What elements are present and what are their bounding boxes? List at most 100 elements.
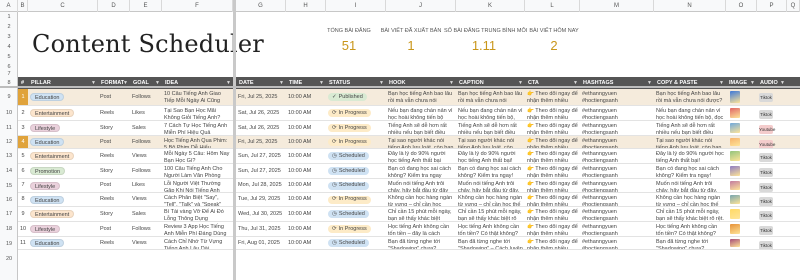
status-badge[interactable]: ◷ Scheduled — [328, 181, 369, 190]
status-badge[interactable]: ⟳ In Progress — [328, 109, 371, 117]
caption-text[interactable]: Tiếng Anh sẽ dễ hơn rất nhiều nếu bạn bi… — [458, 123, 517, 135]
format-value[interactable]: Post — [100, 226, 111, 233]
pillar-chip[interactable]: Education — [30, 239, 65, 247]
row-number[interactable]: 13 — [0, 149, 18, 164]
format-value[interactable]: Post — [100, 94, 111, 101]
row-number[interactable]: 5 — [0, 52, 18, 62]
hashtags-text[interactable]: #ethanngyuen #hoctiengsanh — [582, 123, 618, 135]
table-row[interactable]: 3 Lifestyle Story Sales 7 Cách Tự Học Tiếng … — [18, 121, 800, 136]
time-value[interactable]: 10:00 AM — [288, 182, 311, 189]
hook-text[interactable]: Tại sao người khác nói tiếng Anh lưu loá… — [388, 138, 453, 148]
audio-chip[interactable]: Tiktok — [759, 226, 773, 235]
column-header-d[interactable]: D — [98, 0, 130, 12]
hashtags-text[interactable]: #ethanngyuen #hoctiengsanh — [582, 138, 618, 148]
table-row[interactable]: 11 Education Reels Views Cách Chỉ Nhớ Từ Vựn… — [18, 237, 800, 250]
date-value[interactable]: Sat, Jul 26, 2025 — [238, 110, 279, 117]
goal-value[interactable]: Follows — [132, 139, 151, 146]
hashtags-text[interactable]: #ethanngyuen #hoctiengsanh — [582, 224, 618, 236]
hook-text[interactable]: Nếu bạn đang chán nản vì học hoài không … — [388, 108, 453, 120]
format-value[interactable]: Post — [100, 182, 111, 189]
image-thumbnail[interactable] — [730, 138, 740, 146]
pillar-chip[interactable]: Entertainment — [30, 109, 75, 117]
copy-text[interactable]: Bạn đã từng nghe tới "Shadowing" chưa? — [656, 239, 708, 249]
caption-text[interactable]: Muốn nói tiếng Anh trôi chảy, hãy bắt đầ… — [458, 181, 519, 192]
format-value[interactable]: Reels — [100, 196, 114, 203]
hashtags-text[interactable]: #ethanngyuen #hoctiengsanh — [582, 91, 618, 104]
time-value[interactable]: 10:00 AM — [288, 211, 311, 218]
idea-text[interactable]: Bí Tài vàng Vỡ Để Ai Đó Lỗng Thông Dụng — [164, 209, 224, 221]
table-row[interactable]: 4 Education Post Follows Học Tiếng Anh Qua P… — [18, 136, 800, 149]
frozen-row-divider[interactable] — [0, 86, 800, 88]
copy-text[interactable]: Đây là lý do 90% người học tiếng Anh thấ… — [656, 151, 724, 163]
idea-text[interactable]: Tại Sao Bạn Học Mãi Không Giỏi Tiếng Anh… — [164, 108, 220, 120]
cta-text[interactable]: Theo dõi ngay để nhận thêm nhiều — [527, 166, 578, 178]
time-value[interactable]: 10:00 AM — [288, 125, 311, 132]
hook-text[interactable]: Không cần học hàng ngàn từ vựng – chỉ cầ… — [388, 195, 452, 206]
goal-value[interactable]: Sales — [132, 211, 146, 218]
image-thumbnail[interactable] — [730, 151, 740, 161]
cta-text[interactable]: Theo dõi ngay để nhận thêm nhiều — [527, 181, 578, 192]
idea-text[interactable]: Học Tiếng Anh Qua Phim: 5 Bộ Phim Dễ Hiể… — [164, 138, 227, 148]
cta-text[interactable]: Theo dõi ngay để nhận thêm nhiều — [527, 239, 578, 249]
time-value[interactable]: 10:00 AM — [288, 196, 311, 203]
cta-text[interactable]: Theo dõi ngay để nhận thêm nhiều — [527, 138, 578, 148]
goal-value[interactable]: Views — [132, 240, 147, 247]
format-value[interactable]: Reels — [100, 153, 114, 160]
table-row[interactable]: 9 Entertainment Story Sales Bí Tài vàng Vỡ Đ… — [18, 207, 800, 222]
image-thumbnail[interactable] — [730, 209, 740, 219]
audio-chip[interactable]: Tiktok — [759, 183, 773, 192]
column-header-b[interactable]: B — [18, 0, 28, 12]
column-header-i[interactable]: I — [326, 0, 386, 12]
column-header-c[interactable]: C — [28, 0, 98, 12]
image-thumbnail[interactable] — [730, 108, 740, 118]
column-header-o[interactable]: O — [726, 0, 757, 12]
date-value[interactable]: Fri, Jul 25, 2025 — [238, 94, 277, 101]
idea-text[interactable]: 100 Câu Tiếng Anh Cho Người Làm Văn Phòn… — [164, 166, 222, 178]
cta-text[interactable]: Theo dõi ngay để nhận thêm nhiều — [527, 91, 578, 104]
date-value[interactable]: Sun, Jul 27, 2025 — [238, 168, 281, 175]
hashtags-text[interactable]: #ethanngyuen #hoctiengsanh — [582, 239, 618, 249]
column-header-a[interactable]: A — [0, 0, 18, 12]
pillar-chip[interactable]: Entertainment — [30, 210, 75, 218]
copy-text[interactable]: Chỉ cần 15 phút mỗi ngày, bạn sẽ thấy kh… — [656, 209, 724, 221]
status-badge[interactable]: ◷ Scheduled — [328, 152, 369, 160]
table-row[interactable]: 5 Entertainment Reels Views Mỗi Ngày 5 Câu: … — [18, 149, 800, 164]
column-header-g[interactable]: G — [236, 0, 286, 12]
image-thumbnail[interactable] — [730, 91, 740, 103]
hashtags-text[interactable]: #ethanngyuen #hoctiengsanh — [582, 166, 618, 178]
copy-text[interactable]: Nếu bạn đang chán nản vì học hoài không … — [656, 108, 723, 120]
caption-text[interactable]: Đây là lý do 90% người học tiếng Anh thấ… — [458, 151, 515, 163]
table-row[interactable]: 8 Education Reels Views Cách Phân Biệt "Say"… — [18, 193, 800, 207]
goal-value[interactable]: Sales — [132, 125, 146, 132]
image-thumbnail[interactable] — [730, 166, 740, 176]
format-value[interactable]: Post — [100, 139, 111, 146]
audio-chip[interactable]: Youtube — [759, 125, 775, 134]
time-value[interactable]: 10:00 AM — [288, 110, 311, 117]
pillar-chip[interactable]: Education — [30, 195, 65, 204]
pillar-chip[interactable]: Promotion — [30, 167, 66, 175]
format-value[interactable]: Story — [100, 125, 113, 132]
copy-text[interactable]: Bạn có đang học sai cách không? Kiểm tra… — [656, 166, 719, 178]
goal-value[interactable]: Likes — [132, 110, 145, 117]
idea-text[interactable]: Review 3 App Học Tiếng Anh Miễn Phí Đáng… — [164, 224, 226, 236]
hook-text[interactable]: Bạn đã từng nghe tới "Shadowing" chưa? — [388, 239, 440, 249]
copy-text[interactable]: Muốn nói tiếng Anh trôi chảy, hãy bắt đầ… — [656, 181, 717, 192]
table-row[interactable]: 6 Promotion Story Follows 100 Câu Tiếng Anh … — [18, 164, 800, 179]
date-value[interactable]: Thu, Jul 31, 2025 — [238, 226, 281, 233]
format-value[interactable]: Reels — [100, 110, 114, 117]
row-number[interactable]: 4 — [0, 42, 18, 52]
caption-text[interactable]: Không cần học hàng ngàn từ vựng – chỉ cầ… — [458, 195, 522, 206]
date-value[interactable]: Fri, Aug 01, 2025 — [238, 240, 280, 247]
goal-value[interactable]: Views — [132, 153, 147, 160]
idea-text[interactable]: Cách Phân Biệt "Say", "Tell", "Talk" và … — [164, 195, 221, 206]
idea-text[interactable]: Cách Chỉ Nhớ Từ Vựng Tiếng Anh Lâu Dài — [164, 239, 222, 249]
audio-chip[interactable]: Tiktok — [759, 168, 773, 177]
column-header-h[interactable]: H — [286, 0, 326, 12]
goal-value[interactable]: Follows — [132, 168, 151, 175]
date-value[interactable]: Tue, Jul 29, 2025 — [238, 196, 280, 203]
copy-text[interactable]: Không cần học hàng ngàn từ vựng – chỉ cầ… — [656, 195, 720, 206]
hook-text[interactable]: Tiếng Anh sẽ dễ hơn rất nhiều nếu bạn bi… — [388, 123, 447, 135]
image-thumbnail[interactable] — [730, 239, 740, 247]
hashtags-text[interactable]: #ethanngyuen #hoctiengsanh — [582, 108, 618, 120]
audio-chip[interactable]: Tiktok — [759, 110, 773, 119]
